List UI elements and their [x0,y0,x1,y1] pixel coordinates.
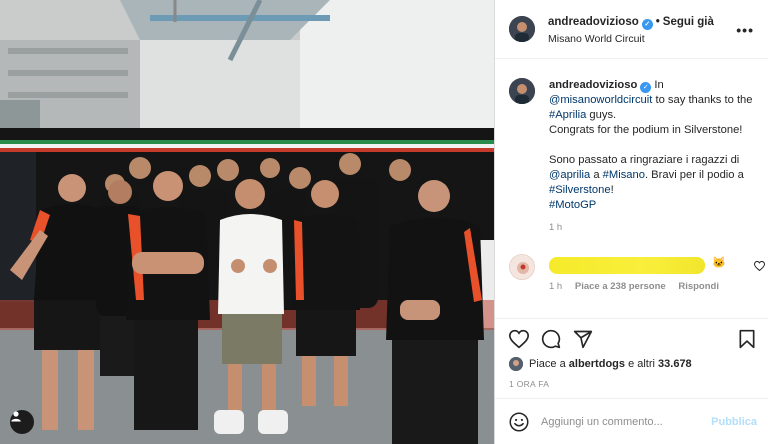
following-button[interactable]: Segui già [663,16,714,28]
caption-text-segment: Sono passato a ringraziare i ragazzi di [549,154,740,166]
emoji-smiley-icon[interactable] [509,412,529,432]
mention-link[interactable]: @misanoworldcircuit [549,94,652,106]
caption-text-segment: a [593,169,600,181]
author-line: andreadovizioso ✓ • Segui già [548,16,714,30]
avatar-image [509,357,523,371]
caption-username[interactable]: andreadovizioso [549,79,637,91]
caption-author-avatar[interactable] [509,78,535,104]
likes-prefix: Piace a [529,358,566,370]
hashtag-link[interactable]: #MotoGP [549,199,596,211]
liker-username[interactable]: albertdogs [569,358,625,370]
comment-input[interactable]: Aggiungi un commento... [541,416,663,428]
comment-likes-count[interactable]: Piace a 238 persone [575,281,666,292]
likes-count[interactable]: 33.678 [658,358,692,370]
instagram-post-view: andreadovizioso ✓ • Segui già Misano World … [0,0,768,444]
mention-link[interactable]: @aprilia [549,169,590,181]
separator-dot: • [655,16,660,28]
caption-text: andreadovizioso ✓ In @misanoworldcircuit … [549,78,768,213]
hashtag-link[interactable]: #Aprilia [549,109,586,121]
post-header: andreadovizioso ✓ • Segui già Misano World … [495,0,768,59]
author-username[interactable]: andreadovizioso [548,16,639,28]
action-bar [495,318,768,358]
tagged-users-button[interactable] [10,410,34,434]
comment-emoji: 🐱 [712,257,726,269]
liker-avatar[interactable] [509,357,523,371]
add-comment-bar: Aggiungi un commento... Pubblica [495,398,768,444]
caption-timestamp[interactable]: 1 h [549,222,562,233]
redacted-comment-scribble [549,257,705,274]
publish-button[interactable]: Pubblica [711,416,757,428]
comment-item: 🐱 1 h Piace a 238 persone Rispondi [509,254,765,294]
share-icon[interactable] [573,329,593,349]
commenter-avatar[interactable] [509,254,535,280]
caption-text-segment: ! [610,184,614,196]
comment-icon[interactable] [541,329,561,349]
caption-text-segment: Congrats for the podium in Silverstone! [549,124,743,136]
likes-suffix: e altri [628,358,655,370]
user-icon [11,411,21,422]
hashtag-link[interactable]: #Misano [603,169,645,181]
caption-text-segment: to say thanks to the [655,94,753,106]
verified-badge-icon: ✓ [640,82,652,93]
caption-paragraph: Sono passato a ringraziare i ragazzi di … [549,153,768,213]
reply-button[interactable]: Rispondi [678,281,719,292]
hashtag-link[interactable]: #Silverstone [549,184,611,196]
post-location[interactable]: Misano World Circuit [548,33,645,45]
avatar-image [509,16,535,42]
likes-summary[interactable]: Piace a albertdogs e altri 33.678 [509,356,692,372]
caption-text-segment: . Bravi per il podio a [644,169,744,181]
comment-like-heart-icon[interactable] [754,261,765,271]
post-photo[interactable] [0,0,494,444]
author-avatar[interactable] [509,16,535,42]
like-heart-icon[interactable] [509,329,529,349]
save-bookmark-icon[interactable] [737,329,757,349]
more-options-icon[interactable]: ••• [736,22,754,38]
caption-text-segment: guys. [589,109,617,121]
comment-meta: 1 h Piace a 238 persone Rispondi [549,281,729,292]
comment-timestamp[interactable]: 1 h [549,281,562,292]
caption-text-segment: In [654,79,664,91]
team-photo-illustration [0,0,494,444]
avatar-image [509,78,535,104]
avatar-image [510,255,534,279]
post-side-panel: andreadovizioso ✓ • Segui già Misano World … [494,0,768,444]
verified-badge-icon: ✓ [641,19,653,30]
post-timestamp[interactable]: 1 ORA FA [509,379,549,389]
